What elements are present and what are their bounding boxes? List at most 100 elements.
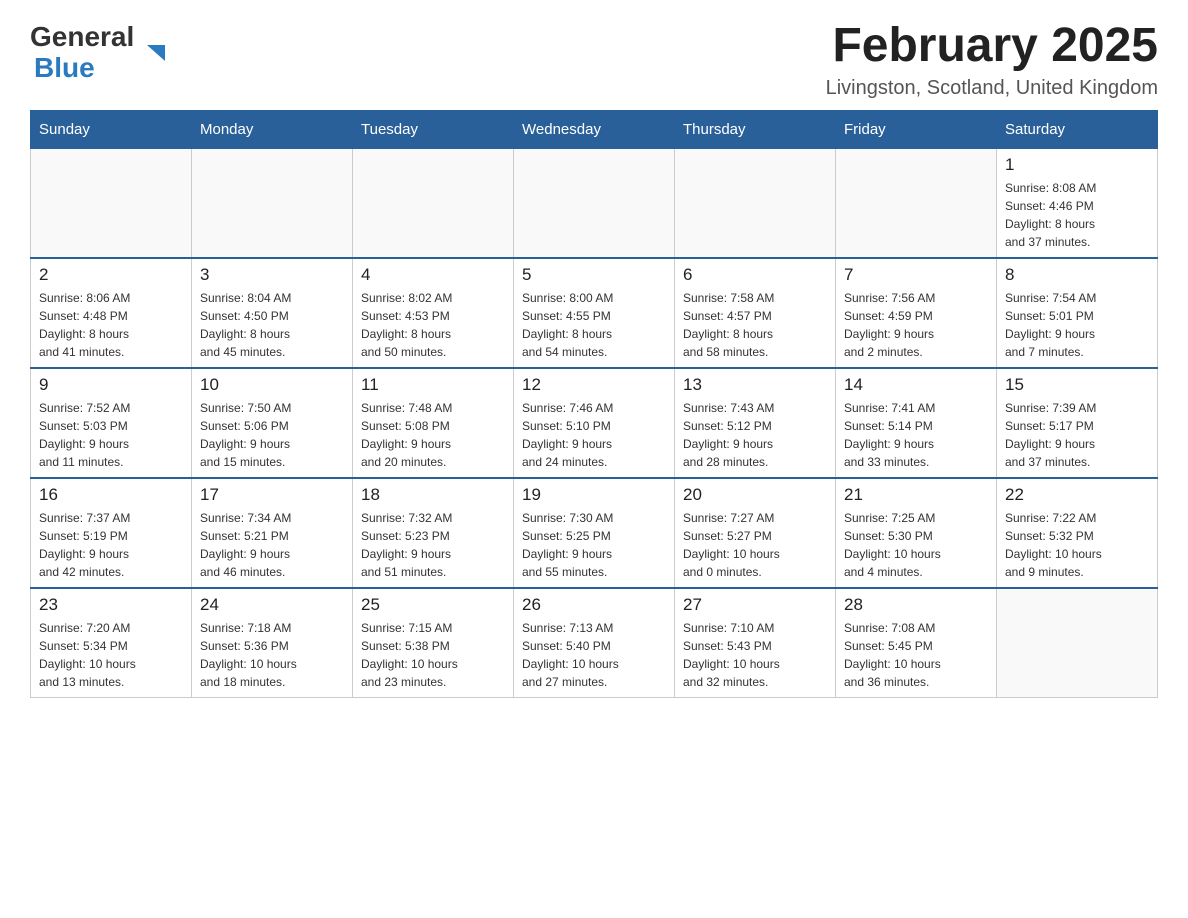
table-row: 21 Sunrise: 7:25 AM Sunset: 5:30 PM Dayli… <box>836 478 997 588</box>
day-info: Sunrise: 7:48 AM Sunset: 5:08 PM Dayligh… <box>361 399 505 471</box>
table-row <box>675 148 836 258</box>
table-row: 18 Sunrise: 7:32 AM Sunset: 5:23 PM Dayli… <box>353 478 514 588</box>
day-info: Sunrise: 7:56 AM Sunset: 4:59 PM Dayligh… <box>844 289 988 361</box>
table-row: 20 Sunrise: 7:27 AM Sunset: 5:27 PM Dayli… <box>675 478 836 588</box>
page-header: General Blue February 2025 Livingston, S… <box>30 20 1158 100</box>
logo-general-text: General <box>30 20 134 54</box>
day-number: 13 <box>683 375 827 395</box>
table-row: 16Sunrise: 7:37 AM Sunset: 5:19 PM Dayli… <box>31 478 192 588</box>
day-number: 1 <box>1005 155 1149 175</box>
table-row: 11 Sunrise: 7:48 AM Sunset: 5:08 PM Dayli… <box>353 368 514 478</box>
table-row: 7Sunrise: 7:56 AM Sunset: 4:59 PM Daylig… <box>836 258 997 368</box>
day-number: 14 <box>844 375 988 395</box>
calendar-week-row: 16Sunrise: 7:37 AM Sunset: 5:19 PM Dayli… <box>31 478 1158 588</box>
table-row: 25Sunrise: 7:15 AM Sunset: 5:38 PM Dayli… <box>353 588 514 698</box>
table-row: 26 Sunrise: 7:13 AM Sunset: 5:40 PM Dayli… <box>514 588 675 698</box>
calendar-subtitle: Livingston, Scotland, United Kingdom <box>826 77 1158 100</box>
title-section: February 2025 Livingston, Scotland, Unit… <box>826 20 1158 100</box>
day-info: Sunrise: 7:08 AM Sunset: 5:45 PM Dayligh… <box>844 619 988 691</box>
table-row: 14Sunrise: 7:41 AM Sunset: 5:14 PM Dayli… <box>836 368 997 478</box>
table-row <box>353 148 514 258</box>
table-row: 8 Sunrise: 7:54 AM Sunset: 5:01 PM Daylig… <box>997 258 1158 368</box>
day-number: 6 <box>683 265 827 285</box>
table-row: 12 Sunrise: 7:46 AM Sunset: 5:10 PM Dayli… <box>514 368 675 478</box>
day-info: Sunrise: 7:34 AM Sunset: 5:21 PM Dayligh… <box>200 509 344 581</box>
table-row: 23Sunrise: 7:20 AM Sunset: 5:34 PM Dayli… <box>31 588 192 698</box>
calendar-week-row: 2 Sunrise: 8:06 AM Sunset: 4:48 PM Daylig… <box>31 258 1158 368</box>
day-number: 9 <box>39 375 183 395</box>
day-number: 27 <box>683 595 827 615</box>
day-info: Sunrise: 8:02 AM Sunset: 4:53 PM Dayligh… <box>361 289 505 361</box>
day-info: Sunrise: 7:27 AM Sunset: 5:27 PM Dayligh… <box>683 509 827 581</box>
table-row <box>31 148 192 258</box>
day-info: Sunrise: 7:13 AM Sunset: 5:40 PM Dayligh… <box>522 619 666 691</box>
table-row <box>836 148 997 258</box>
day-info: Sunrise: 7:54 AM Sunset: 5:01 PM Dayligh… <box>1005 289 1149 361</box>
day-number: 21 <box>844 485 988 505</box>
day-info: Sunrise: 7:10 AM Sunset: 5:43 PM Dayligh… <box>683 619 827 691</box>
table-row: 13 Sunrise: 7:43 AM Sunset: 5:12 PM Dayli… <box>675 368 836 478</box>
table-row: 3 Sunrise: 8:04 AM Sunset: 4:50 PM Daylig… <box>192 258 353 368</box>
day-number: 24 <box>200 595 344 615</box>
day-info: Sunrise: 7:50 AM Sunset: 5:06 PM Dayligh… <box>200 399 344 471</box>
table-row: 22 Sunrise: 7:22 AM Sunset: 5:32 PM Dayli… <box>997 478 1158 588</box>
day-info: Sunrise: 7:20 AM Sunset: 5:34 PM Dayligh… <box>39 619 183 691</box>
calendar-title: February 2025 <box>826 20 1158 73</box>
day-info: Sunrise: 7:46 AM Sunset: 5:10 PM Dayligh… <box>522 399 666 471</box>
calendar-table: Sunday Monday Tuesday Wednesday Thursday… <box>30 110 1158 698</box>
day-number: 11 <box>361 375 505 395</box>
table-row <box>514 148 675 258</box>
table-row: 1Sunrise: 8:08 AM Sunset: 4:46 PM Daylig… <box>997 148 1158 258</box>
day-number: 28 <box>844 595 988 615</box>
day-number: 16 <box>39 485 183 505</box>
table-row: 9 Sunrise: 7:52 AM Sunset: 5:03 PM Daylig… <box>31 368 192 478</box>
day-number: 3 <box>200 265 344 285</box>
day-number: 8 <box>1005 265 1149 285</box>
day-number: 12 <box>522 375 666 395</box>
calendar-week-row: 23Sunrise: 7:20 AM Sunset: 5:34 PM Dayli… <box>31 588 1158 698</box>
day-info: Sunrise: 7:58 AM Sunset: 4:57 PM Dayligh… <box>683 289 827 361</box>
logo-blue-text: Blue <box>34 52 95 83</box>
calendar-week-row: 9 Sunrise: 7:52 AM Sunset: 5:03 PM Daylig… <box>31 368 1158 478</box>
table-row: 5 Sunrise: 8:00 AM Sunset: 4:55 PM Daylig… <box>514 258 675 368</box>
day-number: 10 <box>200 375 344 395</box>
table-row: 27 Sunrise: 7:10 AM Sunset: 5:43 PM Dayli… <box>675 588 836 698</box>
day-info: Sunrise: 7:43 AM Sunset: 5:12 PM Dayligh… <box>683 399 827 471</box>
table-row <box>997 588 1158 698</box>
header-thursday: Thursday <box>675 110 836 148</box>
day-number: 26 <box>522 595 666 615</box>
header-wednesday: Wednesday <box>514 110 675 148</box>
table-row: 10 Sunrise: 7:50 AM Sunset: 5:06 PM Dayli… <box>192 368 353 478</box>
day-info: Sunrise: 8:04 AM Sunset: 4:50 PM Dayligh… <box>200 289 344 361</box>
day-number: 25 <box>361 595 505 615</box>
table-row: 4Sunrise: 8:02 AM Sunset: 4:53 PM Daylig… <box>353 258 514 368</box>
day-info: Sunrise: 7:18 AM Sunset: 5:36 PM Dayligh… <box>200 619 344 691</box>
day-info: Sunrise: 7:32 AM Sunset: 5:23 PM Dayligh… <box>361 509 505 581</box>
day-info: Sunrise: 7:25 AM Sunset: 5:30 PM Dayligh… <box>844 509 988 581</box>
table-row <box>192 148 353 258</box>
table-row: 15 Sunrise: 7:39 AM Sunset: 5:17 PM Dayli… <box>997 368 1158 478</box>
table-row: 6 Sunrise: 7:58 AM Sunset: 4:57 PM Daylig… <box>675 258 836 368</box>
logo: General Blue <box>30 20 145 82</box>
header-tuesday: Tuesday <box>353 110 514 148</box>
day-number: 22 <box>1005 485 1149 505</box>
day-info: Sunrise: 7:39 AM Sunset: 5:17 PM Dayligh… <box>1005 399 1149 471</box>
day-info: Sunrise: 7:52 AM Sunset: 5:03 PM Dayligh… <box>39 399 183 471</box>
day-info: Sunrise: 8:00 AM Sunset: 4:55 PM Dayligh… <box>522 289 666 361</box>
weekday-header-row: Sunday Monday Tuesday Wednesday Thursday… <box>31 110 1158 148</box>
day-info: Sunrise: 7:22 AM Sunset: 5:32 PM Dayligh… <box>1005 509 1149 581</box>
table-row: 17 Sunrise: 7:34 AM Sunset: 5:21 PM Dayli… <box>192 478 353 588</box>
table-row: 28 Sunrise: 7:08 AM Sunset: 5:45 PM Dayli… <box>836 588 997 698</box>
header-monday: Monday <box>192 110 353 148</box>
table-row: 2 Sunrise: 8:06 AM Sunset: 4:48 PM Daylig… <box>31 258 192 368</box>
day-number: 19 <box>522 485 666 505</box>
day-number: 18 <box>361 485 505 505</box>
day-info: Sunrise: 8:06 AM Sunset: 4:48 PM Dayligh… <box>39 289 183 361</box>
day-number: 17 <box>200 485 344 505</box>
day-number: 2 <box>39 265 183 285</box>
day-number: 5 <box>522 265 666 285</box>
table-row: 24 Sunrise: 7:18 AM Sunset: 5:36 PM Dayli… <box>192 588 353 698</box>
day-number: 20 <box>683 485 827 505</box>
day-number: 15 <box>1005 375 1149 395</box>
day-info: Sunrise: 7:30 AM Sunset: 5:25 PM Dayligh… <box>522 509 666 581</box>
